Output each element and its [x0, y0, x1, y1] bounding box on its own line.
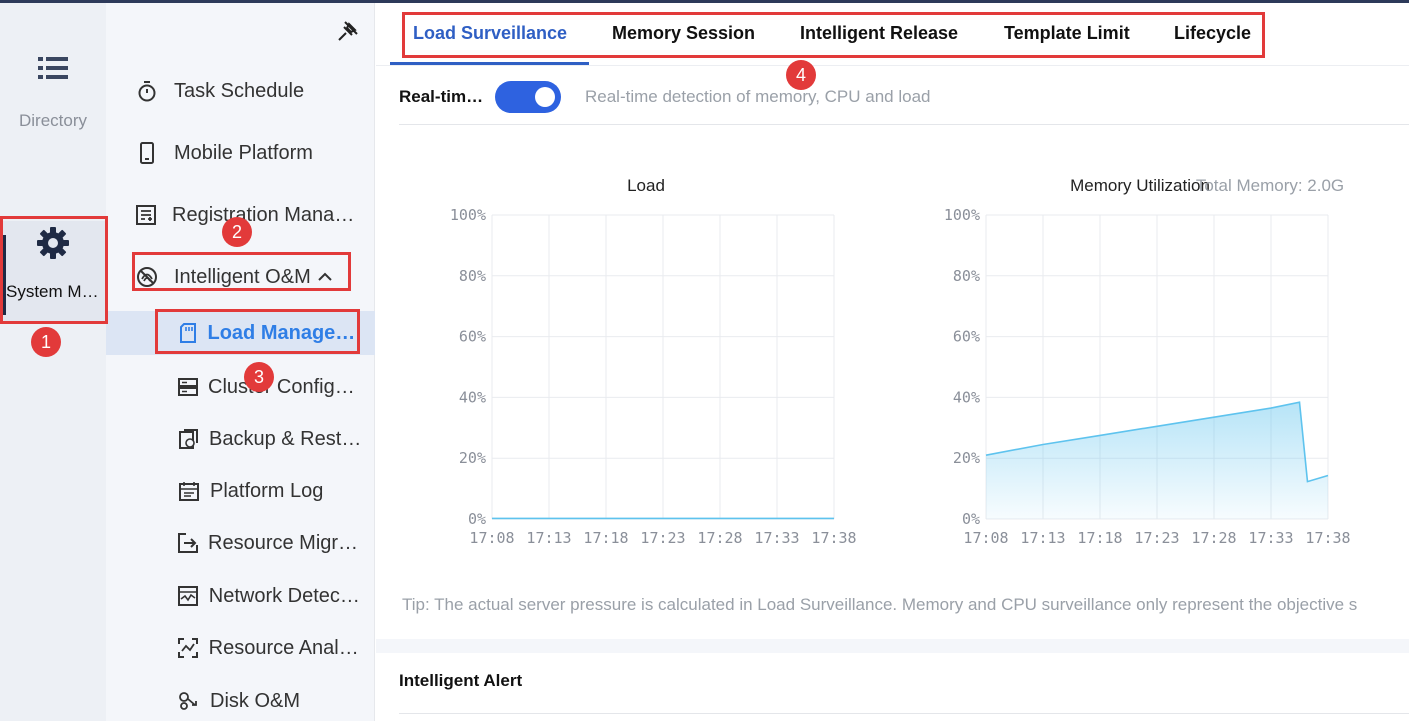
tree-item-disk-om[interactable]: Disk O&M: [178, 681, 363, 721]
main-content: Load Surveillance Memory Session Intelli…: [376, 3, 1409, 721]
mobile-icon: [136, 142, 158, 164]
memory-chart-y-tick: 60%: [953, 328, 980, 346]
load-chart-title: Load: [627, 176, 665, 195]
tree-item-resource-migration[interactable]: Resource Migration: [178, 523, 363, 563]
network-icon: [178, 585, 199, 607]
realtime-label: Real-time Detection: [399, 87, 487, 106]
registration-icon: [136, 204, 156, 226]
server-icon: [178, 376, 198, 398]
load-chart-x-tick: 17:38: [811, 529, 856, 547]
tree-item-mobile-platform[interactable]: Mobile Platform: [136, 133, 361, 173]
memory-chart-svg: Memory UtilizationTotal Memory: 2.0G 0% 20…: [944, 176, 1351, 547]
annotation-badge-4: 4: [786, 60, 816, 90]
tip-text: Tip: The actual server pressure is calcu…: [402, 595, 1358, 614]
stopwatch-icon: [136, 80, 158, 102]
load-chart-y-tick: 20%: [459, 449, 486, 467]
analysis-icon: [178, 637, 199, 659]
pin-icon[interactable]: [336, 19, 360, 43]
memory-chart-y-tick: 80%: [953, 267, 980, 285]
backup-icon: [178, 428, 199, 450]
load-chart-x-tick: 17:18: [583, 529, 628, 547]
memory-chart-x-tick: 17:38: [1305, 529, 1350, 547]
tree-item-resource-analysis[interactable]: Resource Analysis: [178, 628, 363, 668]
load-chart-x-tick: 17:08: [469, 529, 514, 547]
tree-item-platform-log[interactable]: Platform Log: [178, 471, 363, 511]
load-chart-x-tick: 17:28: [697, 529, 742, 547]
memory-chart-x-tick: 17:23: [1134, 529, 1179, 547]
list-icon: [38, 57, 68, 79]
navigation-tree: Task Schedule Mobile Platform Registrati…: [106, 3, 402, 721]
load-chart-y-tick: 60%: [459, 328, 486, 346]
section-separator: [376, 639, 1409, 653]
memory-chart-x-tick: 17:13: [1020, 529, 1065, 547]
memory-chart-x-tick: 17:28: [1191, 529, 1236, 547]
load-chart-y-tick: 40%: [459, 388, 486, 406]
alert-divider: [399, 713, 1409, 714]
memory-chart: Memory Utilization Total Memory: 2.0G 0% 20…: [890, 163, 1360, 563]
load-chart-y-tick: 100%: [450, 206, 486, 224]
log-icon: [178, 480, 200, 502]
load-chart: Load 0% 20% 40% 60% 80% 100% 17:08 17:13 17:18 17:…: [396, 163, 866, 563]
memory-chart-y-tick: 20%: [953, 449, 980, 467]
memory-chart-y-tick: 40%: [953, 388, 980, 406]
annotation-box-3: [155, 309, 360, 354]
annotation-badge-3: 3: [244, 362, 274, 392]
realtime-description: Real-time detection of memory, CPU and l…: [585, 87, 931, 106]
annotation-badge-2: 2: [222, 217, 252, 247]
memory-chart-y-tick: 100%: [944, 206, 980, 224]
realtime-toggle[interactable]: [495, 81, 561, 113]
memory-chart-y-tick: 0%: [962, 510, 980, 528]
tab-divider: [376, 65, 1409, 66]
realtime-detection-row: Real-time Detection Real-time detection …: [399, 79, 1409, 125]
left-rail: Directory System Management: [0, 3, 106, 721]
migration-icon: [178, 532, 198, 554]
annotation-box-1: [0, 216, 108, 324]
toggle-knob: [535, 87, 555, 107]
load-chart-y-tick: 0%: [468, 510, 486, 528]
load-chart-y-tick: 80%: [459, 267, 486, 285]
intelligent-alert-heading: Intelligent Alert: [399, 671, 523, 690]
annotation-box-4: [402, 12, 1265, 58]
annotation-badge-1: 1: [31, 327, 61, 357]
memory-chart-x-tick: 17:18: [1077, 529, 1122, 547]
disk-icon: [178, 690, 200, 712]
load-chart-x-tick: 17:33: [754, 529, 799, 547]
memory-chart-x-tick: 17:08: [963, 529, 1008, 547]
rail-directory[interactable]: Directory: [0, 55, 106, 155]
load-chart-x-tick: 17:13: [526, 529, 571, 547]
load-chart-svg: Load 0% 20% 40% 60% 80% 100% 17:08 17:13 17:18 17:…: [450, 176, 857, 547]
tree-item-network-detection[interactable]: Network Detection: [178, 576, 363, 616]
tree-item-task-schedule[interactable]: Task Schedule: [136, 71, 361, 111]
memory-chart-subtitle: Total Memory: 2.0G: [1196, 176, 1344, 195]
memory-chart-x-tick: 17:33: [1248, 529, 1293, 547]
load-chart-x-tick: 17:23: [640, 529, 685, 547]
rail-directory-label: Directory: [18, 111, 87, 130]
annotation-box-2: [132, 252, 351, 291]
tree-item-backup-restore[interactable]: Backup & Restore: [178, 419, 363, 459]
memory-chart-title: Memory Utilization: [1070, 176, 1210, 195]
